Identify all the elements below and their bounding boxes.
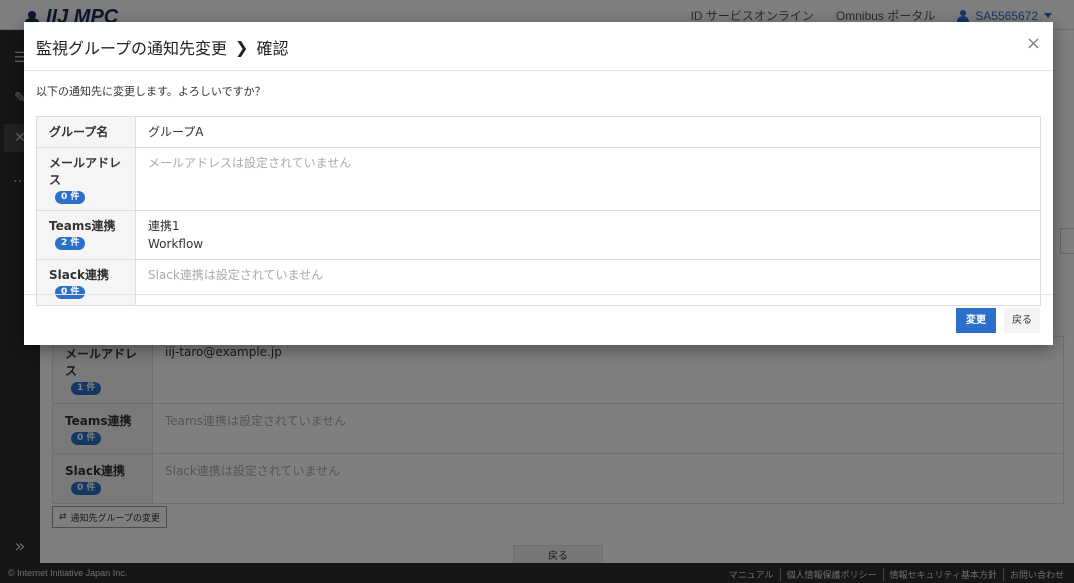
teams-value-item: 連携1 [148, 219, 180, 233]
chevron-right-icon: ❯ [235, 37, 249, 57]
modal-title: 監視グループの通知先変更 ❯ 確認 [36, 35, 288, 59]
slack-label: Slack連携 [49, 268, 109, 282]
back-button[interactable]: 戻る [1004, 308, 1040, 333]
mail-count-badge: 0 件 [55, 191, 86, 204]
teams-count-badge: 2 件 [55, 237, 86, 250]
teams-label: Teams連携 [49, 219, 116, 233]
mail-header: メールアドレス 0 件 [36, 147, 136, 211]
modal-title-step: 確認 [256, 39, 289, 58]
modal-footer: 変更 戻る [24, 294, 1053, 345]
group-name-value: グループA [148, 125, 204, 139]
modal-title-text: 監視グループの通知先変更 [36, 39, 228, 58]
mail-value: メールアドレスは設定されていません [148, 156, 352, 170]
table-row-group: グループ名 グループA [36, 116, 1041, 148]
teams-values: 連携1 Workflow [136, 211, 1041, 260]
confirm-table: グループ名 グループA メールアドレス 0 件 メールアドレスは設定されていませ… [36, 116, 1041, 306]
mail-label: メールアドレス [49, 156, 122, 187]
confirm-change-button[interactable]: 変更 [956, 308, 996, 333]
teams-header: Teams連携 2 件 [36, 210, 136, 260]
group-name-label: グループ名 [36, 116, 136, 148]
table-row-mail: メールアドレス 0 件 メールアドレスは設定されていません [36, 147, 1041, 211]
close-icon[interactable]: × [1026, 33, 1041, 54]
confirm-message: 以下の通知先に変更します。よろしいですか？ [36, 85, 266, 98]
modal-header: 監視グループの通知先変更 ❯ 確認 × [24, 22, 1053, 71]
teams-value-item: Workflow [148, 237, 204, 251]
table-row-teams: Teams連携 2 件 連携1 Workflow [36, 210, 1041, 260]
confirm-modal: 監視グループの通知先変更 ❯ 確認 × 以下の通知先に変更します。よろしいですか… [24, 22, 1053, 345]
